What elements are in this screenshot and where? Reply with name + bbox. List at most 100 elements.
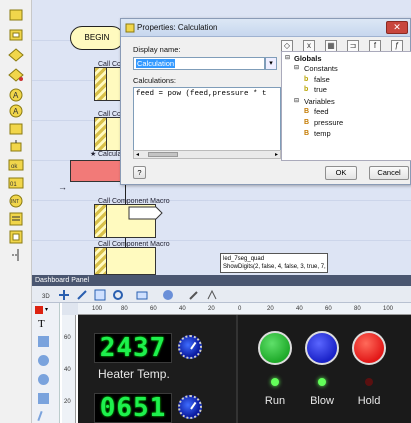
ruler-tick: 60 [325,306,332,312]
display-name-value: Calculation [136,59,176,68]
begin-terminator[interactable]: BEGIN [70,26,124,50]
loop-icon[interactable] [8,140,24,154]
run-button[interactable] [258,331,292,365]
camera-icon[interactable] [136,288,148,300]
run-led [271,378,279,386]
dashboard-gutter [0,275,32,423]
scroll-left-icon[interactable]: ◂ [136,151,139,158]
bracket-icon[interactable] [8,248,24,262]
block-stripe [95,248,107,274]
tree-constants[interactable]: Constants [304,64,338,73]
dashboard-header: Dashboard Panel [32,275,411,286]
calculation-icon[interactable] [8,122,24,136]
color-swatch[interactable] [35,306,43,314]
input-icon[interactable] [8,8,24,22]
variable-icon: B [304,108,310,115]
ellipse-tool-icon[interactable] [38,374,49,385]
tree-variable-item[interactable]: temp [314,129,331,138]
heater-knob[interactable] [178,335,202,359]
ruler-tick: 80 [354,306,361,312]
variable-icon: B [304,119,310,126]
tree-variables[interactable]: Variables [304,97,335,106]
display-name-dropdown[interactable]: ▾ [265,57,277,70]
grid-line [32,240,411,241]
connection-point-a-icon[interactable]: A [8,88,24,102]
code-icon[interactable] [8,230,24,244]
scroll-thumb[interactable] [148,152,178,157]
hold-button[interactable] [352,331,386,365]
blow-led [318,378,326,386]
ruler-tick: 100 [92,306,103,312]
second-display: 0651 [94,393,172,423]
line-tool-icon[interactable] [37,410,43,422]
rotate-icon[interactable] [112,288,124,300]
ruler-tick: 0 [238,306,242,312]
circle-tool-icon[interactable] [38,355,49,366]
close-button[interactable]: ✕ [386,21,408,34]
tree-variable-item[interactable]: pressure [314,118,343,127]
tree-constant-item[interactable]: false [314,75,330,84]
delay-icon[interactable]: ok [8,158,24,172]
chevron-down-icon[interactable]: ▾ [45,306,48,313]
svg-text:A: A [13,107,19,116]
calculation-block-icon [125,23,135,33]
text-tool-icon[interactable]: T [38,318,45,330]
horizontal-ruler: 100 80 60 40 20 0 20 40 60 80 100 [78,303,411,315]
connection-point-b-icon[interactable]: A [8,104,24,118]
collapse-icon[interactable]: ⊟ [294,97,299,104]
cancel-button[interactable]: Cancel [369,166,409,180]
sphere-icon[interactable] [162,288,174,300]
macro-call-detail: led_7seg_quad ShowDigits(2, false, 4, fa… [220,253,328,273]
decision-icon[interactable] [8,48,24,62]
image-tool-icon[interactable] [38,336,49,347]
collapse-icon[interactable]: ⊟ [285,54,290,61]
dashboard-toolbar: 3D [32,286,411,303]
tree-constant-item[interactable]: true [314,85,327,94]
calculation-text: feed = pow (feed,pressure * t [136,90,267,98]
scroll-right-icon[interactable]: ▸ [275,151,278,158]
ruler-tick: 20 [267,306,274,312]
hold-led [365,378,373,386]
dialog-title-bar[interactable]: Properties: Calculation [121,19,410,37]
tree-root[interactable]: Globals [294,54,322,63]
calculations-editor[interactable]: feed = pow (feed,pressure * t [133,87,281,159]
block-stripe [95,68,107,100]
svg-text:INT: INT [11,199,19,205]
heater-temp-display: 2437 [94,333,172,363]
knob-pointer [190,341,197,350]
tree-variable-item[interactable]: feed [314,107,329,116]
second-knob[interactable] [178,395,202,419]
comment-icon[interactable] [8,212,24,226]
calculation-label: Calcula [98,151,122,158]
block-stripe [95,205,107,237]
help-button[interactable]: ? [133,166,146,179]
ok-button[interactable]: OK [325,166,357,180]
output-icon[interactable] [8,28,24,42]
move-icon[interactable] [58,288,70,300]
pen-icon[interactable] [76,288,88,300]
calculations-label: Calculations: [133,76,176,85]
star-marker: ★ [90,151,97,158]
interrupt-icon[interactable]: INT [8,194,24,208]
vertical-ruler: 60 40 20 [62,315,76,423]
zoom-icon[interactable]: 3D [42,288,54,300]
svg-text:ok: ok [11,164,18,170]
blow-button[interactable] [305,331,339,365]
wrench-icon[interactable] [188,288,200,300]
block-stripe [95,118,107,150]
dashboard-side-toolbar: ▾ T [32,303,60,423]
rectangle-tool-icon[interactable] [38,393,49,404]
macro-call-block[interactable] [94,247,156,275]
calculations-hscrollbar[interactable]: ◂ ▸ [133,150,281,159]
properties-dialog: Properties: Calculation ✕ Display name: … [120,18,411,185]
macro-flag-icon [128,206,163,220]
heater-temp-label: Heater Temp. [98,367,170,381]
display-name-input[interactable]: Calculation [133,57,265,70]
globals-tree[interactable]: ⊟ Globals ⊟ Constants b false b true ⊟ V… [281,51,411,161]
collapse-icon[interactable]: ⊟ [294,64,299,71]
select-box-icon[interactable] [94,288,106,301]
ruler-tick: 80 [121,306,128,312]
component-macro-icon[interactable]: 01 [8,176,24,190]
switch-icon[interactable] [8,68,24,82]
properties-icon[interactable] [206,288,218,300]
